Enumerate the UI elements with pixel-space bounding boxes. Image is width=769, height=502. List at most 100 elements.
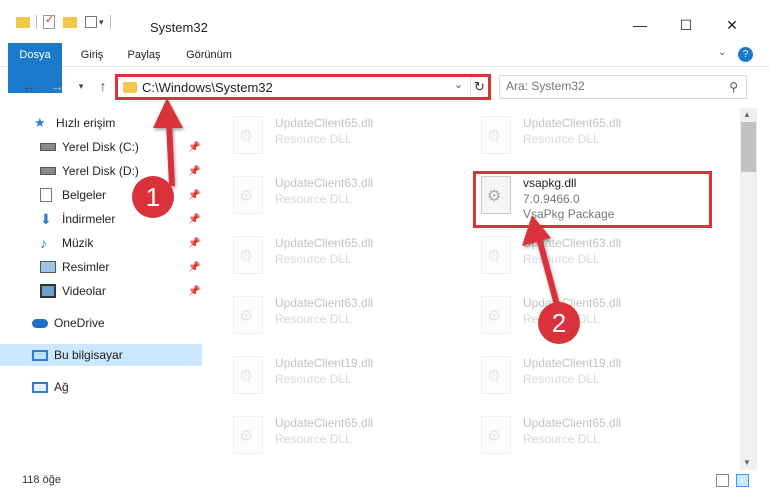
- drive-icon: [40, 167, 56, 175]
- documents-icon: [40, 188, 52, 202]
- pin-icon[interactable]: 📌: [188, 166, 200, 177]
- file-name: UpdateClient63.dll: [275, 176, 374, 190]
- list-item[interactable]: UpdateClient65.dll Resource DLL: [477, 292, 707, 342]
- pin-icon[interactable]: 📌: [188, 214, 200, 225]
- navigation-pane: ★ Hızlı erişim Yerel Disk (C:) 📌 Yerel D…: [0, 108, 204, 470]
- list-item[interactable]: UpdateClient65.dll Resource DLL: [229, 412, 459, 462]
- close-button[interactable]: ✕: [712, 12, 752, 38]
- search-input[interactable]: [506, 79, 706, 93]
- list-item[interactable]: UpdateClient19.dll Resource DLL: [229, 352, 459, 402]
- list-item[interactable]: UpdateClient63.dll Resource DLL: [229, 292, 459, 342]
- pin-icon[interactable]: 📌: [188, 142, 200, 153]
- sidebar-item-label: Hızlı erişim: [56, 116, 116, 130]
- list-item[interactable]: UpdateClient65.dll Resource DLL: [477, 412, 707, 462]
- sidebar-item-label: Müzik: [62, 236, 94, 250]
- file-name: UpdateClient63.dll: [275, 296, 374, 310]
- sidebar-item-network[interactable]: Ağ: [0, 376, 202, 398]
- file-description: Resource DLL: [523, 372, 600, 386]
- recent-locations-button[interactable]: ▾: [70, 76, 92, 96]
- list-item[interactable]: UpdateClient65.dll Resource DLL: [229, 112, 459, 162]
- tab-home[interactable]: Giriş: [72, 43, 112, 67]
- separator: [36, 15, 37, 29]
- sidebar-item-downloads[interactable]: ⬇ İndirmeler 📌: [0, 208, 202, 230]
- dll-file-icon: [481, 356, 511, 394]
- maximize-button[interactable]: ☐: [666, 12, 706, 38]
- sidebar-item-videos[interactable]: Videolar 📌: [0, 280, 202, 302]
- scrollbar-thumb[interactable]: [741, 122, 756, 172]
- item-count: 118 öğe: [22, 474, 61, 486]
- scroll-down-icon[interactable]: ▼: [743, 458, 751, 467]
- pin-icon[interactable]: 📌: [188, 286, 200, 297]
- chevron-down-icon[interactable]: ⌄: [718, 47, 726, 58]
- scroll-up-icon[interactable]: ▲: [743, 110, 751, 119]
- tab-share[interactable]: Paylaş: [122, 43, 166, 67]
- folder-icon[interactable]: [16, 16, 30, 28]
- sidebar-item-drive-d[interactable]: Yerel Disk (D:) 📌: [0, 160, 202, 182]
- tab-view[interactable]: Görünüm: [178, 43, 240, 67]
- minimize-button[interactable]: —: [620, 12, 660, 38]
- list-item[interactable]: UpdateClient63.dll Resource DLL: [229, 172, 459, 222]
- refresh-button[interactable]: ↻: [470, 77, 488, 97]
- file-name: UpdateClient65.dll: [523, 116, 622, 130]
- list-item[interactable]: UpdateClient65.dll Resource DLL: [477, 112, 707, 162]
- vertical-scrollbar[interactable]: ▲ ▼: [740, 108, 757, 470]
- file-list: UpdateClient65.dll Resource DLL UpdateCl…: [205, 108, 739, 470]
- dll-file-icon: [233, 356, 263, 394]
- list-item[interactable]: UpdateClient65.dll Resource DLL: [229, 232, 459, 282]
- help-icon[interactable]: ?: [738, 47, 753, 62]
- tiles-view-icon[interactable]: [736, 474, 749, 487]
- sidebar-item-label: Yerel Disk (C:): [62, 140, 139, 154]
- dll-file-icon: [481, 296, 511, 334]
- sidebar-item-pictures[interactable]: Resimler 📌: [0, 256, 202, 278]
- up-button[interactable]: ↑: [92, 76, 114, 96]
- sidebar-item-quick-access[interactable]: ★ Hızlı erişim: [0, 112, 202, 134]
- sidebar-item-label: Resimler: [62, 260, 110, 274]
- search-box[interactable]: ⚲: [499, 75, 747, 99]
- videos-icon: [40, 284, 56, 298]
- sidebar-item-this-pc[interactable]: Bu bilgisayar: [0, 344, 202, 366]
- status-bar: 118 öğe: [0, 470, 769, 492]
- downloads-icon: ⬇: [40, 211, 52, 227]
- sidebar-item-music[interactable]: ♪ Müzik 📌: [0, 232, 202, 254]
- dll-file-icon: [481, 236, 511, 274]
- back-button[interactable]: ←: [18, 76, 40, 96]
- pin-icon[interactable]: 📌: [188, 262, 200, 273]
- pin-icon[interactable]: 📌: [188, 238, 200, 249]
- file-name: UpdateClient65.dll: [275, 236, 374, 250]
- forward-button[interactable]: →: [46, 76, 68, 96]
- step-1-badge: 1: [132, 176, 174, 218]
- dll-file-icon: [481, 416, 511, 454]
- sidebar-item-drive-c[interactable]: Yerel Disk (C:) 📌: [0, 136, 202, 158]
- pin-icon[interactable]: 📌: [188, 190, 200, 201]
- address-path[interactable]: C:\Windows\System32: [142, 80, 273, 95]
- chevron-down-icon[interactable]: ▾: [99, 17, 104, 28]
- step-2-badge: 2: [538, 302, 580, 344]
- sidebar-item-label: İndirmeler: [62, 212, 116, 226]
- address-bar[interactable]: C:\Windows\System32 ⌄ ↻: [115, 74, 491, 100]
- sidebar-item-label: Bu bilgisayar: [54, 348, 123, 362]
- separator: [109, 15, 111, 29]
- navigation-bar: ← → ▾ ↑ C:\Windows\System32 ⌄ ↻ ⚲: [0, 70, 769, 102]
- file-description: Resource DLL: [275, 432, 352, 446]
- file-description: Resource DLL: [523, 432, 600, 446]
- file-name: UpdateClient63.dll: [523, 236, 622, 250]
- chevron-down-icon[interactable]: ⌄: [454, 78, 463, 91]
- cloud-icon: [32, 318, 48, 328]
- title-bar: ✓ ▾ System32 — ☐ ✕: [0, 0, 769, 40]
- details-view-icon[interactable]: [716, 474, 729, 487]
- search-icon[interactable]: ⚲: [729, 80, 738, 94]
- list-item[interactable]: UpdateClient63.dll Resource DLL: [477, 232, 707, 282]
- dll-file-icon: [233, 116, 263, 154]
- sidebar-item-label: OneDrive: [54, 316, 105, 330]
- music-icon: ♪: [40, 235, 47, 251]
- sidebar-item-label: Videolar: [62, 284, 106, 298]
- new-folder-icon[interactable]: [63, 16, 77, 28]
- sidebar-item-label: Yerel Disk (D:): [62, 164, 139, 178]
- customize-icon[interactable]: [85, 16, 97, 28]
- sidebar-item-onedrive[interactable]: OneDrive: [0, 312, 202, 334]
- file-description: Resource DLL: [275, 132, 352, 146]
- drive-icon: [40, 143, 56, 151]
- ribbon-tabs: Dosya Giriş Paylaş Görünüm ⌄ ?: [0, 43, 769, 93]
- properties-icon[interactable]: ✓: [43, 14, 55, 29]
- list-item[interactable]: UpdateClient19.dll Resource DLL: [477, 352, 707, 402]
